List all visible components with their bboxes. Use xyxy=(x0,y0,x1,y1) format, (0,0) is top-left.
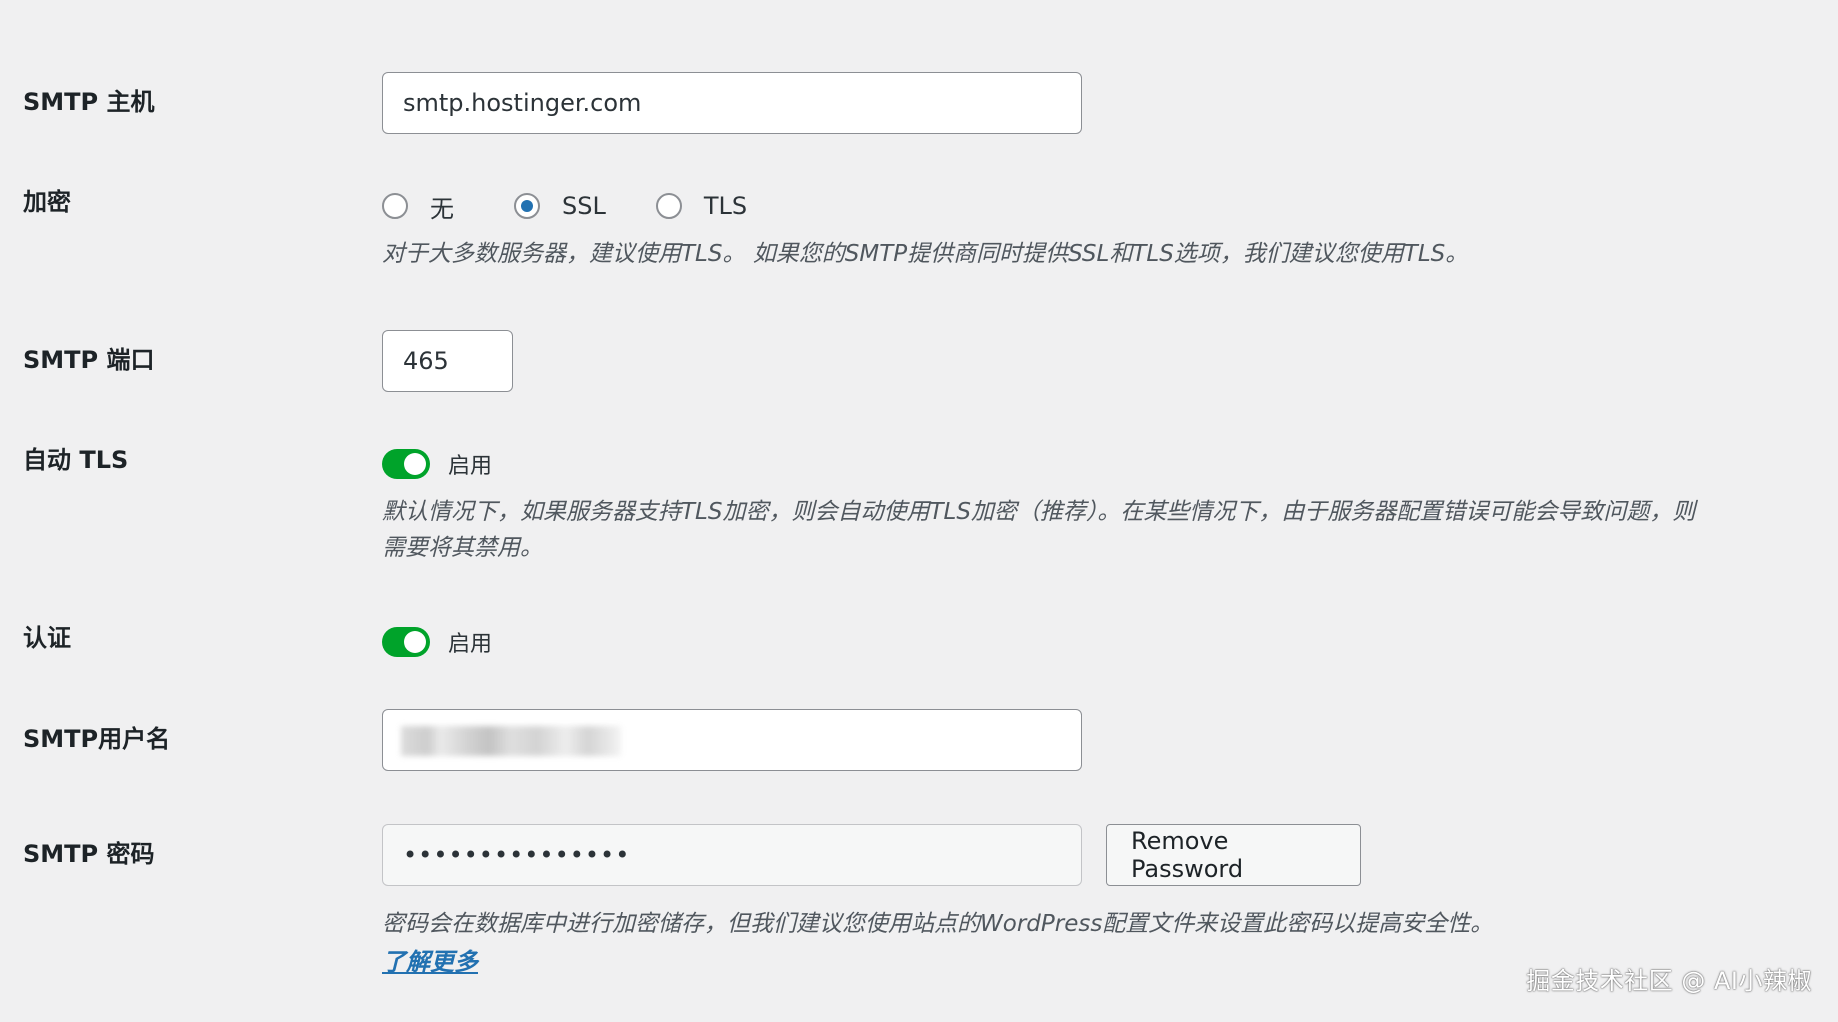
smtp-port-label: SMTP 端口 xyxy=(23,346,155,374)
auto-tls-toggle[interactable] xyxy=(382,449,430,479)
smtp-password-label: SMTP 密码 xyxy=(23,840,155,868)
encryption-option-tls[interactable]: TLS xyxy=(655,192,748,220)
radio-ssl-label: SSL xyxy=(562,192,606,220)
smtp-password-input[interactable]: ••••••••••••••• xyxy=(382,824,1082,886)
smtp-username-label: SMTP用户名 xyxy=(23,725,171,753)
encryption-label: 加密 xyxy=(23,188,71,216)
auto-tls-description-line2: 需要将其禁用。 xyxy=(382,535,543,561)
authentication-label: 认证 xyxy=(23,624,71,652)
smtp-port-input[interactable]: 465 xyxy=(382,330,513,392)
encryption-description: 对于大多数服务器，建议使用TLS。 如果您的SMTP提供商同时提供SSL和TLS… xyxy=(382,241,1469,267)
auto-tls-description: 默认情况下，如果服务器支持TLS加密，则会自动使用TLS加密（推荐）。在某些情况… xyxy=(382,494,1822,566)
authentication-toggle[interactable] xyxy=(382,627,430,657)
smtp-host-label: SMTP 主机 xyxy=(23,88,155,116)
radio-tls[interactable] xyxy=(655,193,682,219)
auto-tls-label: 自动 TLS xyxy=(23,446,129,474)
auto-tls-toggle-wrap[interactable]: 启用 xyxy=(382,444,1822,484)
learn-more-link[interactable]: 了解更多 xyxy=(382,942,478,977)
encryption-radio-group: 无 SSL TLS xyxy=(382,186,1802,226)
authentication-toggle-wrap[interactable]: 启用 xyxy=(382,622,492,662)
radio-none-label: 无 xyxy=(430,194,454,223)
radio-none[interactable] xyxy=(382,193,408,219)
watermark: 掘金技术社区 @ AI小辣椒 xyxy=(1526,967,1812,995)
authentication-toggle-label: 启用 xyxy=(448,632,493,657)
encryption-option-none[interactable]: 无 xyxy=(382,189,454,224)
radio-tls-label: TLS xyxy=(703,192,748,220)
auto-tls-description-line1: 默认情况下，如果服务器支持TLS加密，则会自动使用TLS加密（推荐）。在某些情况… xyxy=(382,499,1696,525)
smtp-host-input[interactable]: smtp.hostinger.com xyxy=(382,72,1082,134)
smtp-username-input[interactable] xyxy=(382,709,1082,771)
radio-ssl[interactable] xyxy=(514,193,540,219)
remove-password-button[interactable]: Remove Password xyxy=(1106,824,1361,886)
smtp-password-description: 密码会在数据库中进行加密储存，但我们建议您使用站点的WordPress配置文件来… xyxy=(382,911,1494,937)
auto-tls-toggle-label: 启用 xyxy=(448,454,493,479)
username-redacted-blur xyxy=(401,726,621,756)
encryption-option-ssl[interactable]: SSL xyxy=(514,192,606,220)
